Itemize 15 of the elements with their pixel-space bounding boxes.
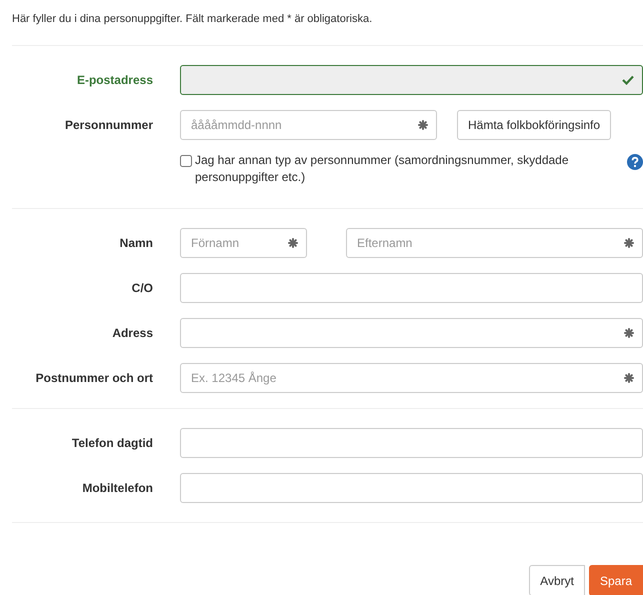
checkbox-text: Jag har annan typ av personnummer (samordningsnummer, skyddade personuppgifter etc.) — [195, 152, 570, 186]
cancel-button[interactable]: Avbryt — [529, 565, 585, 595]
field-label: C/O — [130, 280, 153, 297]
field-label: Namn — [118, 235, 153, 252]
checkmark-icon — [622, 75, 634, 85]
help-icon[interactable] — [627, 154, 643, 170]
field-label: Mobiltelefon — [81, 480, 153, 497]
field-label: Personnummer — [64, 117, 153, 134]
checkbox[interactable] — [180, 155, 192, 167]
field-label: Telefon dagtid — [70, 435, 153, 452]
intro-text: Här fyller du i dina personuppgifter. Fält markerade med * är obligatoriska. — [12, 12, 374, 27]
field-label: Adress — [111, 325, 153, 342]
field-label: E-postadress — [76, 72, 153, 89]
fetch-button[interactable]: Hämta folkbokföringsinfo — [457, 110, 612, 140]
field-label: Postnummer och ort — [34, 370, 153, 387]
